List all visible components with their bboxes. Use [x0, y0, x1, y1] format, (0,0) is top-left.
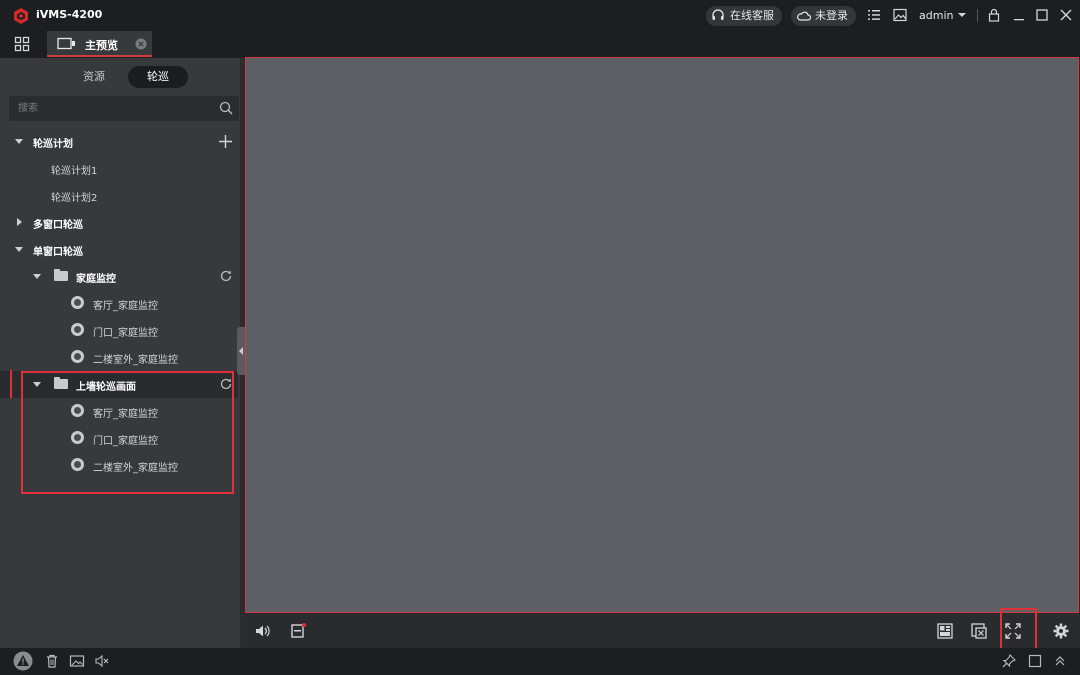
- caret-down-icon[interactable]: [15, 139, 23, 144]
- camera-icon: [71, 350, 84, 363]
- online-support-button[interactable]: 在线客服: [706, 6, 782, 26]
- app-logo-icon: [14, 8, 28, 24]
- caret-right-icon[interactable]: [17, 218, 22, 226]
- tree-node-label: 单窗口轮巡: [33, 247, 83, 258]
- camera-item[interactable]: 客厅_家庭监控: [0, 290, 238, 317]
- list-item[interactable]: 轮巡计划1: [0, 155, 238, 182]
- window-layout-icon[interactable]: [936, 622, 954, 640]
- alarm-warning-icon[interactable]: [13, 651, 33, 671]
- camera-label: 客厅_家庭监控: [93, 301, 158, 312]
- search-icon[interactable]: [219, 101, 233, 115]
- tree-node-single-window[interactable]: 单窗口轮巡: [0, 236, 238, 263]
- tab-main-preview[interactable]: 主预览: [47, 31, 152, 57]
- status-bar: [0, 648, 1080, 675]
- viewport-toolbar: [245, 613, 1080, 648]
- tree-item-label: 轮巡计划2: [51, 193, 98, 204]
- folder-icon: [54, 269, 68, 281]
- picture-icon[interactable]: [69, 653, 85, 669]
- tree-group-home-monitoring[interactable]: 家庭监控: [0, 263, 238, 290]
- minimize-icon[interactable]: [1011, 7, 1027, 23]
- highlight-annotation: [21, 371, 234, 494]
- tree-node-tour-plan[interactable]: 轮巡计划: [0, 128, 238, 155]
- online-support-label: 在线客服: [730, 9, 774, 22]
- tree-group-label: 家庭监控: [76, 274, 116, 285]
- app-title: iVMS-4200: [36, 8, 103, 21]
- camera-label: 门口_家庭监控: [93, 328, 158, 339]
- recording-icon[interactable]: [289, 622, 307, 640]
- camera-item[interactable]: 二楼室外_家庭监控: [0, 344, 238, 371]
- tree-node-multi-window[interactable]: 多窗口轮巡: [0, 209, 238, 236]
- chevron-up-double-icon[interactable]: [1052, 653, 1068, 669]
- video-viewport[interactable]: [245, 57, 1079, 613]
- sidebar-collapse-handle[interactable]: [237, 327, 245, 375]
- login-status-label: 未登录: [815, 9, 848, 22]
- camera-icon: [71, 323, 84, 336]
- camera-item[interactable]: 门口_家庭监控: [0, 317, 238, 344]
- close-all-windows-icon[interactable]: [970, 622, 988, 640]
- highlight-annotation: [1000, 608, 1037, 651]
- search-input[interactable]: [18, 96, 213, 121]
- window-icon[interactable]: [1027, 653, 1043, 669]
- cloud-icon: [797, 11, 811, 21]
- camera-icon: [71, 296, 84, 309]
- segment-resources[interactable]: 资源: [70, 66, 118, 88]
- close-icon[interactable]: [1058, 7, 1074, 23]
- trash-icon[interactable]: [44, 653, 60, 669]
- mute-icon[interactable]: [94, 653, 110, 669]
- tab-row: [0, 30, 1080, 58]
- headset-icon: [712, 9, 724, 20]
- caret-down-icon[interactable]: [33, 274, 41, 279]
- image-icon[interactable]: [892, 7, 908, 23]
- lock-icon[interactable]: [986, 7, 1002, 23]
- tree-node-label: 轮巡计划: [33, 139, 73, 150]
- volume-icon[interactable]: [254, 622, 272, 640]
- tree-item-label: 轮巡计划1: [51, 166, 98, 177]
- tab-close-icon[interactable]: [135, 38, 147, 50]
- gear-icon[interactable]: [1052, 622, 1070, 640]
- monitor-icon: [57, 37, 75, 50]
- segment-tour[interactable]: 轮巡: [128, 66, 188, 88]
- caret-down-icon[interactable]: [15, 247, 23, 252]
- control-panel-grid-icon[interactable]: [14, 36, 30, 52]
- maximize-icon[interactable]: [1034, 7, 1050, 23]
- divider: [977, 9, 978, 22]
- user-name[interactable]: admin: [919, 9, 953, 22]
- tree-node-label: 多窗口轮巡: [33, 220, 83, 231]
- add-icon[interactable]: [218, 134, 233, 149]
- pin-icon[interactable]: [1001, 653, 1017, 669]
- list-icon[interactable]: [866, 7, 882, 23]
- login-button[interactable]: 未登录: [791, 6, 856, 26]
- list-item[interactable]: 轮巡计划2: [0, 182, 238, 209]
- title-bar: iVMS-4200 在线客服 未登录 admin: [0, 0, 1080, 30]
- refresh-icon[interactable]: [219, 269, 233, 283]
- user-dropdown-chevron-icon[interactable]: [954, 7, 970, 23]
- search-box: [9, 96, 239, 121]
- selection-indicator: [10, 370, 12, 398]
- camera-label: 二楼室外_家庭监控: [93, 355, 178, 366]
- tab-label: 主预览: [85, 39, 118, 52]
